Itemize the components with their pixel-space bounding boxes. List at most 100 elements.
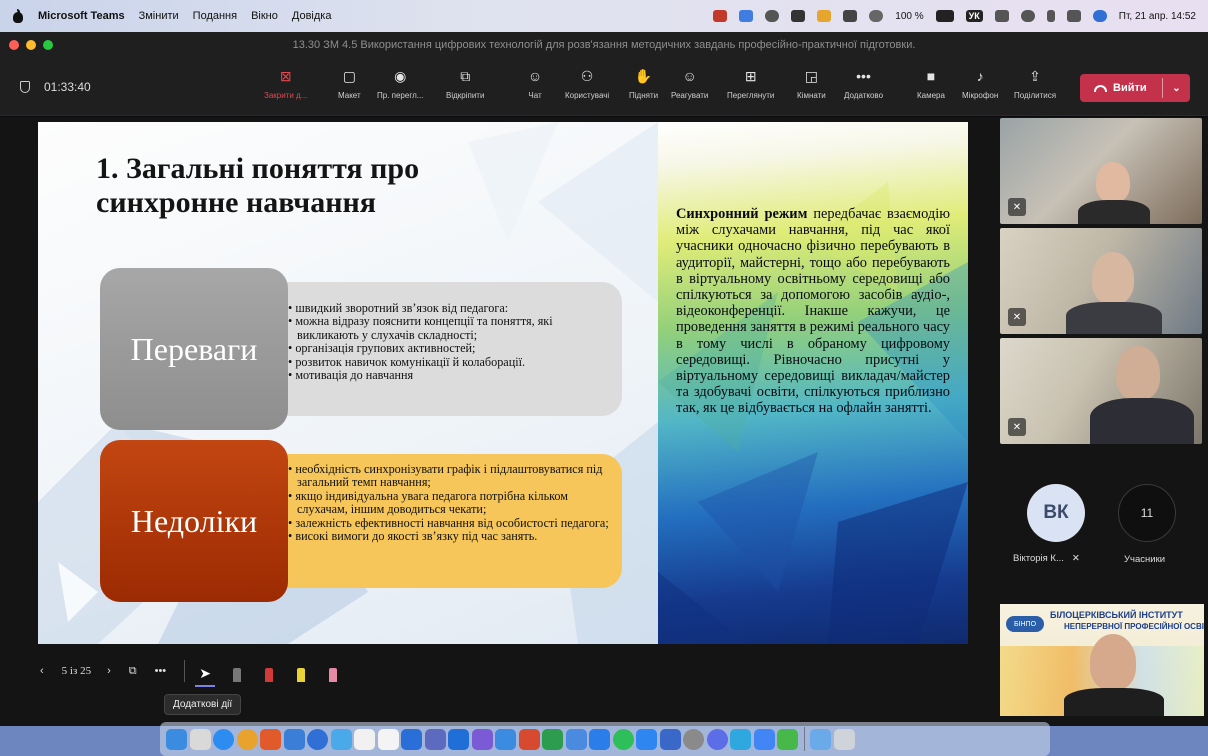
menu-item-window[interactable]: Вікно xyxy=(251,10,278,22)
mic-label: Мікрофон xyxy=(962,91,999,100)
status-area: 100 % УК Пт, 21 апр. 14:52 xyxy=(713,0,1196,32)
teams-icon[interactable] xyxy=(424,728,446,750)
synchronous-mode-text: Синхронний режим передбачає взаємодію мі… xyxy=(676,206,950,417)
participant-body xyxy=(1090,398,1194,444)
stop-sharing-label: Закрити д... xyxy=(264,91,308,100)
keyboard-layout[interactable]: УК xyxy=(965,10,983,22)
bluetooth-icon[interactable] xyxy=(1046,10,1055,22)
downloads-folder-icon[interactable] xyxy=(810,728,831,750)
battery-percent: 100 % xyxy=(895,10,924,22)
layout-button[interactable]: ▢ Макет xyxy=(338,66,361,101)
maps-icon[interactable] xyxy=(330,728,352,750)
people-button[interactable]: ⚇ Користувачі xyxy=(565,66,609,101)
clock[interactable]: Пт, 21 апр. 14:52 xyxy=(1119,11,1196,22)
system-settings-icon[interactable] xyxy=(683,728,704,750)
chevron-down-icon[interactable]: ⌄ xyxy=(1163,83,1190,94)
avatar[interactable]: ВК xyxy=(1027,484,1085,542)
view-label: Переглянути xyxy=(727,91,775,100)
docs-icon[interactable] xyxy=(753,728,775,750)
chat-button[interactable]: ☺ Чат xyxy=(525,66,545,100)
siri-icon[interactable] xyxy=(1092,10,1107,22)
shield-icon[interactable] xyxy=(20,81,30,93)
leave-main[interactable]: Вийти xyxy=(1080,82,1162,94)
safari-icon[interactable] xyxy=(213,728,234,750)
prev-slide-icon[interactable]: ‹ xyxy=(40,665,44,677)
slides-grid-icon[interactable]: ⧉ xyxy=(129,665,137,678)
app-store-icon[interactable] xyxy=(636,728,657,750)
self-video-tile[interactable]: БІНПО БІЛОЦЕРКІВСЬКИЙ ІНСТИТУТ НЕПЕРЕРВН… xyxy=(1000,604,1204,716)
highlighter-yellow-icon[interactable] xyxy=(291,660,311,682)
zoom-window-icon[interactable] xyxy=(43,40,53,50)
canva-icon[interactable] xyxy=(730,728,751,750)
raise-hand-button[interactable]: ✋ Підняти xyxy=(629,66,658,101)
participant-video-tile[interactable]: ✕ xyxy=(1000,338,1202,444)
zoom-icon[interactable] xyxy=(307,728,328,750)
apple-icon[interactable] xyxy=(12,9,24,23)
banner-subtitle: НЕПЕРЕРВНОЇ ПРОФЕСІЙНОЇ ОСВІТИ xyxy=(1064,622,1204,631)
close-window-icon[interactable] xyxy=(9,40,19,50)
sheets-icon[interactable] xyxy=(777,728,798,750)
traffic-lights xyxy=(9,40,53,50)
pages-icon[interactable] xyxy=(565,728,587,750)
participant-video-tile[interactable]: ✕ xyxy=(1000,228,1202,334)
pen-red-icon[interactable] xyxy=(259,660,279,682)
battery-icon[interactable] xyxy=(935,10,954,22)
trash-icon[interactable] xyxy=(833,728,855,750)
leave-button[interactable]: Вийти ⌄ xyxy=(1080,74,1190,102)
powerpoint-icon[interactable] xyxy=(518,728,540,750)
word-icon[interactable] xyxy=(448,728,469,750)
messenger-icon[interactable] xyxy=(706,728,728,750)
chrome-icon[interactable] xyxy=(236,728,258,750)
meet-icon[interactable] xyxy=(401,728,422,750)
telegram-icon[interactable] xyxy=(589,728,610,750)
menu-item-view[interactable]: Подання xyxy=(193,10,237,22)
more-button[interactable]: ••• Додатково xyxy=(844,66,883,100)
pointer-tool-icon[interactable]: ➤ xyxy=(195,660,216,687)
menu-item-edit[interactable]: Змінити xyxy=(139,10,179,22)
view-button[interactable]: ⊞ Переглянути xyxy=(727,66,775,101)
whatsapp-icon[interactable] xyxy=(612,728,634,750)
eraser-icon[interactable] xyxy=(323,660,343,682)
disadvantage-item: залежність ефективності навчання від осо… xyxy=(288,516,612,530)
preview-button[interactable]: ◉ Пр. перегл... xyxy=(377,66,423,101)
notes-icon[interactable] xyxy=(377,728,399,750)
react-button[interactable]: ☺ Реагувати xyxy=(671,66,708,100)
more-actions-icon[interactable]: ••• xyxy=(155,665,167,677)
chat-label: Чат xyxy=(528,91,542,100)
gear-status-icon[interactable] xyxy=(791,10,806,22)
link-icon[interactable] xyxy=(994,10,1009,22)
disadvantage-item: необхідність синхронізувати графік і під… xyxy=(288,462,612,490)
search-icon[interactable] xyxy=(1020,10,1035,22)
menu-app-name[interactable]: Microsoft Teams xyxy=(38,10,125,22)
control-center-icon[interactable] xyxy=(1066,10,1081,22)
shield-status-icon[interactable] xyxy=(765,10,780,22)
paw-icon[interactable] xyxy=(817,10,832,22)
calendar-icon[interactable] xyxy=(354,728,375,750)
finder-icon[interactable] xyxy=(166,728,187,750)
photos-icon[interactable] xyxy=(495,728,516,750)
popout-button[interactable]: ⧉ Відкріпити xyxy=(446,66,484,101)
launchpad-icon[interactable] xyxy=(189,728,211,750)
minimize-window-icon[interactable] xyxy=(26,40,36,50)
participant-video-tile[interactable]: ✕ xyxy=(1000,118,1202,224)
menu-item-help[interactable]: Довідка xyxy=(292,10,332,22)
numbers-icon[interactable] xyxy=(542,728,563,750)
share-button[interactable]: ⇪ Поділитися xyxy=(1014,66,1056,101)
participants-count-button[interactable]: 11 xyxy=(1118,484,1176,542)
pen-gray-icon[interactable] xyxy=(227,660,247,682)
phone-hangup-icon xyxy=(1094,84,1107,92)
mail-icon[interactable] xyxy=(283,728,305,750)
mic-button[interactable]: ♪ Мікрофон xyxy=(962,66,998,100)
next-slide-icon[interactable]: › xyxy=(107,665,111,677)
firefox-icon[interactable] xyxy=(260,728,281,750)
rooms-button[interactable]: ◲ Кімнати xyxy=(797,66,826,101)
teams-status-icon[interactable] xyxy=(739,10,754,22)
preview-app-icon[interactable] xyxy=(659,728,681,750)
viber-icon[interactable] xyxy=(471,728,493,750)
stop-sharing-button[interactable]: ⊠ Закрити д... xyxy=(264,66,308,101)
camera-button[interactable]: ■ Камера xyxy=(917,66,945,100)
recording-icon[interactable] xyxy=(713,10,728,22)
cloud-icon[interactable] xyxy=(843,10,858,22)
shared-slide: 1. Загальні поняття про синхронне навчан… xyxy=(38,122,968,644)
play-icon[interactable] xyxy=(869,10,884,22)
